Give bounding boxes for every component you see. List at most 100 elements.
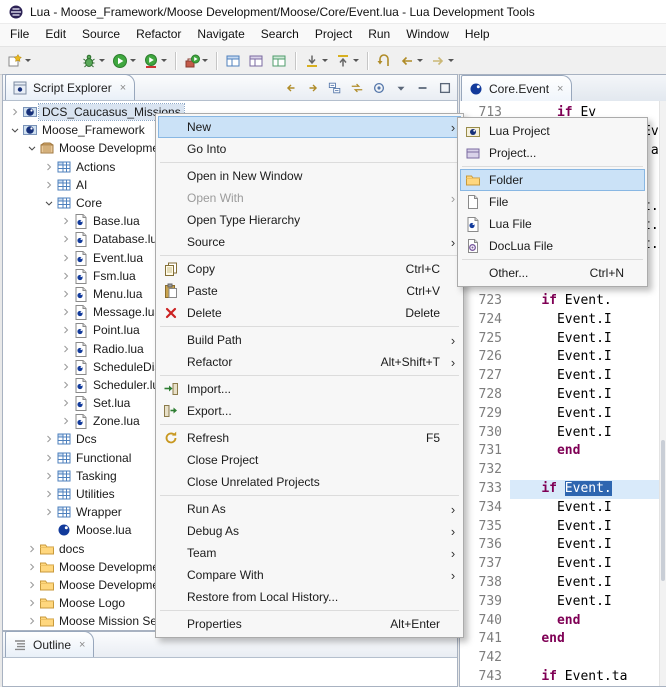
- code-line-739[interactable]: 739 Event.I: [460, 593, 660, 612]
- expand-arrow-icon[interactable]: [58, 268, 73, 284]
- menubar-window[interactable]: Window: [398, 24, 457, 46]
- view-back-button[interactable]: [282, 79, 300, 97]
- context-menu-team[interactable]: Team›: [158, 542, 461, 564]
- expand-arrow-icon[interactable]: [41, 486, 56, 502]
- view-menu-button[interactable]: [392, 79, 410, 97]
- expand-arrow-icon[interactable]: [58, 377, 73, 393]
- previous-annotation-button[interactable]: [332, 51, 362, 71]
- expand-arrow-icon[interactable]: [24, 577, 39, 593]
- menubar-search[interactable]: Search: [253, 24, 307, 46]
- new-submenu-lua-file[interactable]: Lua File: [460, 213, 645, 235]
- code-line-725[interactable]: 725 Event.I: [460, 330, 660, 349]
- maximize-button[interactable]: [436, 79, 454, 97]
- focus-button[interactable]: [370, 79, 388, 97]
- expand-arrow-icon[interactable]: [41, 468, 56, 484]
- next-annotation-dropdown-arrow-icon[interactable]: [322, 59, 328, 62]
- back-history-dropdown-arrow-icon[interactable]: [417, 59, 423, 62]
- menubar-navigate[interactable]: Navigate: [189, 24, 252, 46]
- collapse-arrow-icon[interactable]: [7, 122, 22, 138]
- context-menu-run-as[interactable]: Run As›: [158, 498, 461, 520]
- menubar-edit[interactable]: Edit: [37, 24, 74, 46]
- run-dropdown-arrow-icon[interactable]: [130, 59, 136, 62]
- context-menu-open-in-new-window[interactable]: Open in New Window: [158, 165, 461, 187]
- expand-arrow-icon[interactable]: [41, 504, 56, 520]
- expand-arrow-icon[interactable]: [58, 395, 73, 411]
- minimize-button[interactable]: [414, 79, 432, 97]
- close-icon[interactable]: ×: [79, 639, 85, 651]
- expand-arrow-icon[interactable]: [24, 613, 39, 629]
- context-menu-refactor[interactable]: RefactorAlt+Shift+T›: [158, 351, 461, 373]
- forward-history-button[interactable]: [427, 51, 457, 71]
- external-tools-dropdown-arrow-icon[interactable]: [202, 59, 208, 62]
- code-line-730[interactable]: 730 Event.I: [460, 424, 660, 443]
- expand-arrow-icon[interactable]: [58, 359, 73, 375]
- code-line-729[interactable]: 729 Event.I: [460, 405, 660, 424]
- code-line-723[interactable]: 723 if Event.: [460, 292, 660, 311]
- code-line-726[interactable]: 726 Event.I: [460, 348, 660, 367]
- context-menu-new[interactable]: New›: [158, 116, 461, 138]
- code-line-731[interactable]: 731 end: [460, 442, 660, 461]
- menubar-source[interactable]: Source: [74, 24, 128, 46]
- next-annotation-button[interactable]: [301, 51, 331, 71]
- expand-arrow-icon[interactable]: [7, 104, 22, 120]
- menubar-file[interactable]: File: [2, 24, 37, 46]
- new-submenu-doclua-file[interactable]: DocLua File: [460, 235, 645, 257]
- editor-scrollbar[interactable]: [659, 101, 666, 686]
- context-menu-properties[interactable]: PropertiesAlt+Enter: [158, 613, 461, 635]
- menubar-refactor[interactable]: Refactor: [128, 24, 189, 46]
- expand-arrow-icon[interactable]: [58, 213, 73, 229]
- debug-button[interactable]: [78, 51, 108, 71]
- last-edit-location-button[interactable]: [373, 51, 395, 71]
- coverage-dropdown-arrow-icon[interactable]: [161, 59, 167, 62]
- context-menu-export[interactable]: Export...: [158, 400, 461, 422]
- code-line-743[interactable]: 743 if Event.ta: [460, 668, 660, 686]
- expand-arrow-icon[interactable]: [24, 541, 39, 557]
- menubar-run[interactable]: Run: [360, 24, 398, 46]
- code-line-736[interactable]: 736 Event.I: [460, 536, 660, 555]
- menubar-help[interactable]: Help: [457, 24, 498, 46]
- external-tools-button[interactable]: [181, 51, 211, 71]
- new-submenu-folder[interactable]: Folder: [460, 169, 645, 191]
- new-submenu-lua-project[interactable]: Lua Project: [460, 120, 645, 142]
- context-menu-source[interactable]: Source›: [158, 231, 461, 253]
- menubar-project[interactable]: Project: [307, 24, 360, 46]
- expand-arrow-icon[interactable]: [24, 595, 39, 611]
- tab-core-event[interactable]: Core.Event ×: [461, 75, 572, 101]
- expand-arrow-icon[interactable]: [58, 413, 73, 429]
- new-submenu-file[interactable]: File: [460, 191, 645, 213]
- expand-arrow-icon[interactable]: [58, 322, 73, 338]
- expand-arrow-icon[interactable]: [41, 159, 56, 175]
- code-line-724[interactable]: 724 Event.I: [460, 311, 660, 330]
- expand-arrow-icon[interactable]: [24, 559, 39, 575]
- context-menu-open-type-hierarchy[interactable]: Open Type Hierarchy: [158, 209, 461, 231]
- collapse-arrow-icon[interactable]: [41, 195, 56, 211]
- context-menu-restore-from-local-history[interactable]: Restore from Local History...: [158, 586, 461, 608]
- context-menu-paste[interactable]: PasteCtrl+V: [158, 280, 461, 302]
- tab-outline[interactable]: Outline ×: [5, 631, 94, 657]
- code-line-734[interactable]: 734 Event.I: [460, 499, 660, 518]
- expand-arrow-icon[interactable]: [58, 304, 73, 320]
- open-type-button[interactable]: [245, 51, 267, 71]
- expand-arrow-icon[interactable]: [58, 286, 73, 302]
- open-doc-button[interactable]: [268, 51, 290, 71]
- expand-arrow-icon[interactable]: [41, 177, 56, 193]
- tab-script-explorer[interactable]: Script Explorer ×: [5, 74, 135, 100]
- back-history-button[interactable]: [396, 51, 426, 71]
- new-wizard-dropdown-arrow-icon[interactable]: [25, 59, 31, 62]
- new-submenu-project[interactable]: Project...: [460, 142, 645, 164]
- context-menu-open-with[interactable]: Open With›: [158, 187, 461, 209]
- view-forward-button[interactable]: [304, 79, 322, 97]
- context-menu-compare-with[interactable]: Compare With›: [158, 564, 461, 586]
- context-menu-import[interactable]: Import...: [158, 378, 461, 400]
- expand-arrow-icon[interactable]: [58, 341, 73, 357]
- collapse-all-button[interactable]: [326, 79, 344, 97]
- coverage-button[interactable]: [140, 51, 170, 71]
- code-line-737[interactable]: 737 Event.I: [460, 555, 660, 574]
- code-line-735[interactable]: 735 Event.I: [460, 518, 660, 537]
- new-submenu-other[interactable]: Other...Ctrl+N: [460, 262, 645, 284]
- context-menu-build-path[interactable]: Build Path›: [158, 329, 461, 351]
- close-icon[interactable]: ×: [120, 82, 126, 94]
- run-button[interactable]: [109, 51, 139, 71]
- open-table-button[interactable]: [222, 51, 244, 71]
- context-menu-debug-as[interactable]: Debug As›: [158, 520, 461, 542]
